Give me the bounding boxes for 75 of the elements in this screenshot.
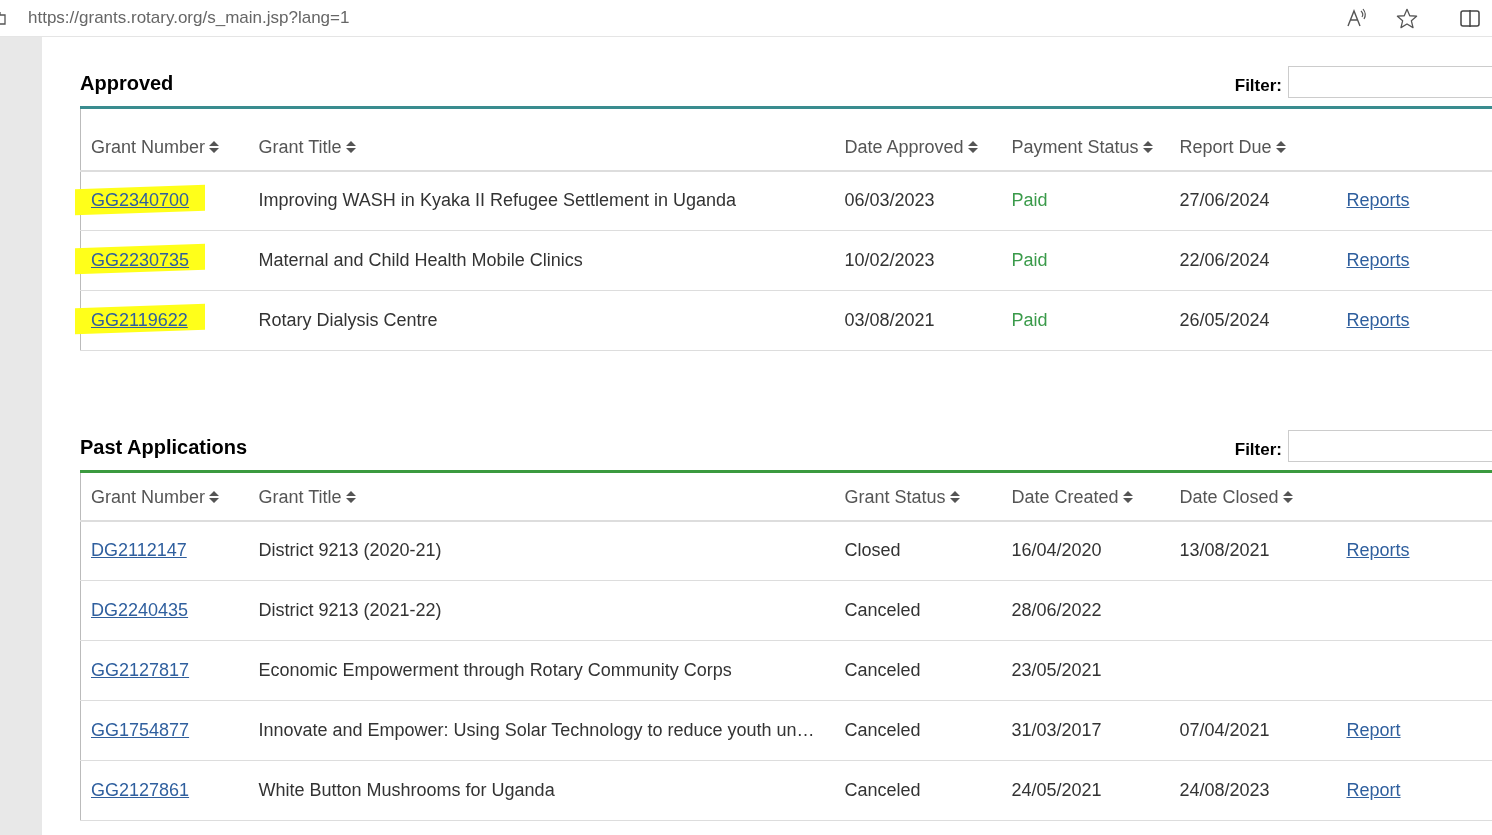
read-aloud-icon[interactable] — [1346, 8, 1368, 28]
reports-link[interactable]: Reports — [1346, 540, 1410, 561]
payment-status: Paid — [1011, 310, 1048, 330]
report-due: 27/06/2024 — [1179, 190, 1270, 211]
date-closed: 13/08/2021 — [1179, 540, 1270, 561]
filter-label: Filter: — [1234, 74, 1282, 97]
grant-number-link[interactable]: GG2127861 — [91, 780, 190, 800]
reports-link[interactable]: Report — [1346, 780, 1401, 800]
grant-status: Canceled — [844, 600, 921, 620]
favorite-star-icon[interactable] — [1396, 7, 1418, 29]
date-created: 16/04/2020 — [1011, 540, 1102, 561]
grant-number-link[interactable]: DG2112147 — [91, 540, 187, 561]
grant-title: Maternal and Child Health Mobile Clinics — [258, 250, 583, 270]
date-approved: 03/08/2021 — [844, 310, 935, 330]
section-title: Approved — [80, 71, 174, 96]
grant-status: Closed — [844, 540, 901, 561]
reports-link[interactable]: Reports — [1346, 190, 1410, 211]
grant-title: District 9213 (2020-21) — [258, 540, 442, 561]
filter-input[interactable] — [1288, 66, 1492, 98]
reports-link[interactable]: Report — [1346, 720, 1401, 740]
grant-number-link[interactable]: GG1754877 — [91, 720, 190, 740]
grant-number-link[interactable]: GG2340700 — [91, 190, 190, 211]
grant-title: Innovate and Empower: Using Solar Technology to reduce youth un… — [258, 720, 815, 740]
date-approved: 06/03/2023 — [844, 190, 935, 211]
section-title: Past Applications — [80, 435, 248, 460]
reports-link[interactable]: Reports — [1346, 310, 1410, 330]
column-header[interactable]: Grant Number — [80, 107, 249, 171]
sort-icon[interactable] — [209, 489, 220, 504]
grant-title: Economic Empowerment through Rotary Community Corps — [258, 660, 732, 680]
sort-icon[interactable] — [345, 489, 356, 504]
grant-title: Rotary Dialysis Centre — [258, 310, 438, 330]
grant-number-link[interactable]: GG2127817 — [91, 660, 190, 680]
address-bar-url[interactable]: https://grants.rotary.org/s_main.jsp?lang=1 — [28, 5, 350, 31]
date-created: 28/06/2022 — [1011, 600, 1102, 620]
grant-title: Improving WASH in Kyaka II Refugee Settlement in Uganda — [258, 190, 737, 211]
date-created: 31/03/2017 — [1011, 720, 1102, 740]
date-created: 24/05/2021 — [1011, 780, 1102, 800]
column-header[interactable]: Grant Title — [248, 107, 835, 171]
column-header[interactable]: Grant Status — [834, 471, 1002, 521]
lock-icon[interactable] — [0, 11, 6, 25]
date-closed: 24/08/2023 — [1179, 780, 1270, 800]
reports-link[interactable]: Reports — [1346, 250, 1410, 270]
sort-icon[interactable] — [967, 139, 978, 154]
sort-icon[interactable] — [209, 139, 220, 154]
sort-icon[interactable] — [1142, 139, 1153, 154]
report-due: 26/05/2024 — [1179, 310, 1270, 330]
column-header[interactable]: Date Created — [1001, 471, 1170, 521]
grant-number-link[interactable]: GG2119622 — [91, 310, 188, 330]
sort-icon[interactable] — [345, 139, 356, 154]
grant-status: Canceled — [844, 780, 921, 800]
column-header[interactable]: Payment Status — [1001, 107, 1170, 171]
split-screen-icon[interactable] — [1460, 9, 1480, 27]
date-closed: 07/04/2021 — [1179, 720, 1270, 740]
payment-status: Paid — [1011, 250, 1048, 270]
date-approved: 10/02/2023 — [844, 250, 935, 270]
grant-status: Canceled — [844, 720, 921, 740]
date-created: 23/05/2021 — [1011, 660, 1102, 680]
grant-title: District 9213 (2021-22) — [258, 600, 442, 620]
filter-input[interactable] — [1288, 430, 1492, 462]
sort-icon[interactable] — [1282, 489, 1293, 504]
sort-icon[interactable] — [949, 489, 960, 504]
sort-icon[interactable] — [1122, 489, 1133, 504]
filter-label: Filter: — [1234, 438, 1282, 461]
report-due: 22/06/2024 — [1179, 250, 1270, 270]
column-header[interactable]: Report Due — [1169, 107, 1337, 171]
grant-number-link[interactable]: GG2230735 — [91, 250, 190, 270]
grant-status: Canceled — [844, 660, 921, 680]
column-header[interactable]: Grant Title — [248, 471, 835, 521]
column-header[interactable]: Date Closed — [1169, 471, 1337, 521]
column-header[interactable]: Grant Number — [80, 471, 249, 521]
payment-status: Paid — [1011, 190, 1048, 211]
grant-number-link[interactable]: DG2240435 — [91, 600, 189, 620]
grant-title: White Button Mushrooms for Uganda — [258, 780, 555, 800]
column-header[interactable]: Date Approved — [834, 107, 1002, 171]
sort-icon[interactable] — [1275, 139, 1286, 154]
